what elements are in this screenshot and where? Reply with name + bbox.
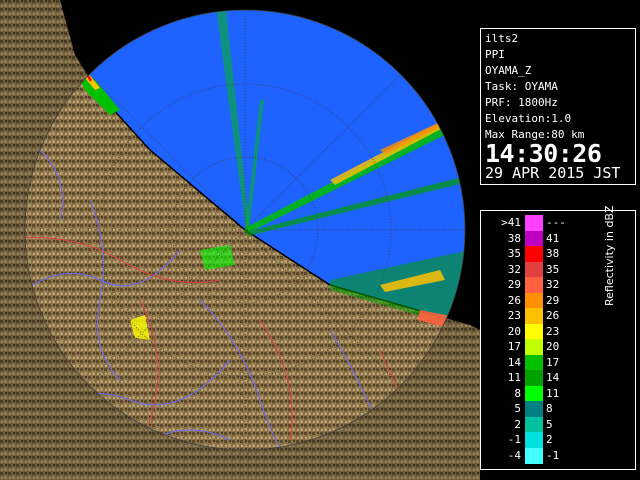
legend-bin-high-label: 26: [546, 309, 560, 322]
legend-bin-low-label: 35: [507, 247, 521, 260]
task-name: Task: OYAMA: [485, 80, 558, 93]
scan-type: PPI: [485, 48, 505, 61]
legend-bin-high-label: 11: [546, 386, 560, 400]
legend-color-swatch: [525, 385, 543, 402]
legend-color-swatch: [525, 432, 543, 448]
product-name: OYAMA_Z: [485, 64, 532, 77]
legend-color-swatch: [525, 261, 543, 278]
legend-bin-low-label: 38: [507, 231, 521, 245]
legend-bin-high-label: 35: [546, 262, 560, 276]
elevation-value: Elevation:1.0: [485, 112, 572, 125]
legend-bin-low-label: 17: [507, 340, 521, 353]
legend-color-swatch: [525, 416, 543, 433]
legend-bin-high-label: 38: [546, 247, 560, 260]
legend-color-swatch: [525, 230, 543, 247]
legend-bin-low-label: 2: [514, 417, 521, 431]
legend-color-swatch: [525, 277, 543, 293]
site-name: ilts2: [485, 32, 519, 45]
radar-info-panel: ilts2 PPI OYAMA_Z Task: OYAMA PRF: 1800H…: [480, 28, 636, 185]
legend-color-swatch: [525, 447, 543, 464]
legend-bin-low-label: 26: [507, 293, 521, 307]
prf-value: PRF: 1800Hz: [485, 96, 558, 109]
legend-bin-low-label: -1: [507, 433, 521, 446]
legend-bin-low-label: 5: [514, 402, 521, 415]
legend-bin-high-label: 29: [546, 293, 560, 307]
scan-date: 29 APR 2015 JST: [485, 164, 621, 182]
legend-bin-high-label: 5: [546, 417, 553, 431]
legend-bin-low-label: >41: [501, 216, 521, 229]
legend-bin-high-label: 41: [546, 231, 560, 245]
legend-color-swatch: [525, 215, 543, 231]
legend-bin-high-label: 17: [546, 355, 560, 369]
legend-color-swatch: [525, 401, 543, 417]
legend-color-swatch: [525, 246, 543, 262]
legend-color-swatch: [525, 370, 543, 386]
legend-bin-high-label: 23: [546, 324, 560, 338]
legend-bin-high-label: 2: [546, 433, 553, 446]
legend-bin-high-label: -1: [546, 448, 560, 462]
legend-bin-low-label: 29: [507, 278, 521, 291]
legend-unit: Reflectivity in dBZ: [579, 205, 639, 366]
legend-bin-high-label: 32: [546, 278, 560, 291]
legend-color-swatch: [525, 292, 543, 309]
reflectivity-legend: >41 --- 38 41 35 38 32 35 29 32 26 29 23 26 20 23 17 20 14…: [480, 205, 639, 470]
legend-bin-low-label: 14: [507, 355, 521, 369]
legend-color-swatch: [525, 323, 543, 340]
legend-unit-label: Reflectivity in dBZ: [603, 205, 616, 306]
legend-color-swatch: [525, 308, 543, 324]
legend-color-swatch: [525, 339, 543, 355]
legend-bin-low-label: 11: [507, 371, 521, 384]
legend-bin-high-label: ---: [546, 216, 566, 229]
legend-bin-low-label: 23: [507, 309, 521, 322]
legend-bin-low-label: 32: [507, 262, 521, 276]
legend-bin-high-label: 14: [546, 371, 560, 384]
radar-ppi-display: [0, 0, 480, 480]
legend-color-swatch: [525, 354, 543, 371]
legend-bin-low-label: 20: [507, 324, 521, 338]
legend-bin-low-label: -4: [507, 448, 521, 462]
legend-bin-low-label: 8: [514, 386, 521, 400]
legend-bin-high-label: 20: [546, 340, 560, 353]
legend-bin-high-label: 8: [546, 402, 553, 415]
